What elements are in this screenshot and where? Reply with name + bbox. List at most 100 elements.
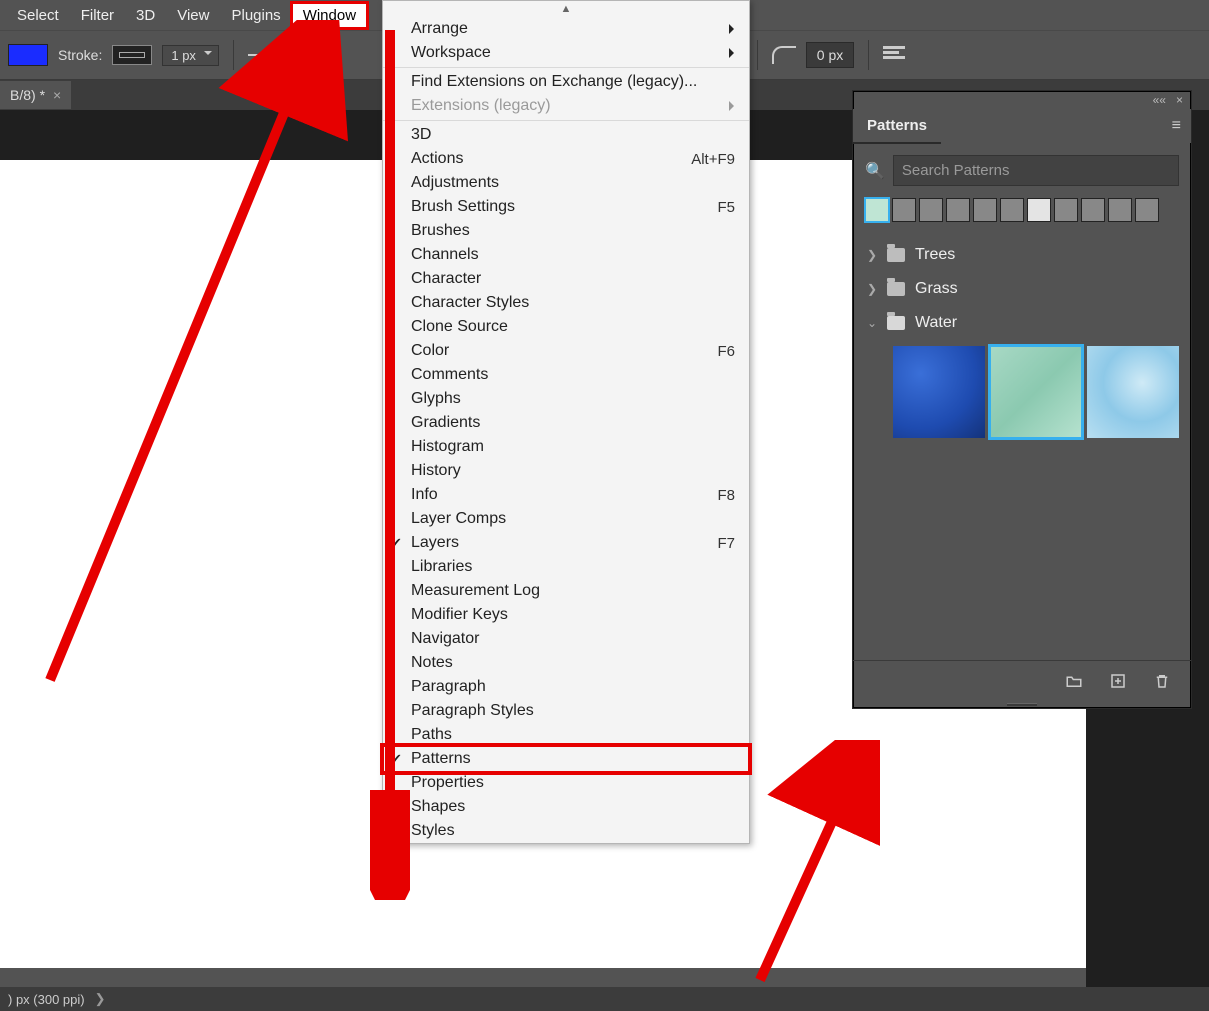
corner-radius-input[interactable]: 0 px (806, 42, 854, 68)
pattern-thumb[interactable] (1027, 198, 1051, 222)
menu-plugins[interactable]: Plugins (220, 3, 291, 28)
shortcut-label: F7 (717, 535, 735, 552)
menu-item-label: Layer Comps (411, 510, 506, 528)
pattern-thumb[interactable] (892, 198, 916, 222)
menu-item-label: Glyphs (411, 390, 461, 408)
stroke-width-dropdown[interactable]: 1 px (162, 45, 219, 66)
pattern-thumb[interactable] (1000, 198, 1024, 222)
menu-item-adjustments[interactable]: Adjustments (383, 171, 749, 195)
pattern-thumb[interactable] (1081, 198, 1105, 222)
menu-item-styles[interactable]: Styles (383, 819, 749, 843)
menu-item-label: Paragraph (411, 678, 486, 696)
pattern-thumb[interactable] (865, 198, 889, 222)
menu-item-comments[interactable]: Comments (383, 363, 749, 387)
menu-item-paths[interactable]: Paths (383, 723, 749, 747)
collapse-icon[interactable]: «« (1153, 93, 1166, 107)
menu-item-gradients[interactable]: Gradients (383, 411, 749, 435)
corner-radius-icon (772, 46, 796, 64)
menu-item-layers[interactable]: Layers F7 (383, 531, 749, 555)
pattern-thumb[interactable] (919, 198, 943, 222)
menu-item-character-styles[interactable]: Character Styles (383, 291, 749, 315)
menu-item-label: Actions (411, 150, 463, 168)
menu-item-properties[interactable]: Properties (383, 771, 749, 795)
window-menu-dropdown: ▲ Arrange Workspace Find Extensions on Exc… (382, 0, 750, 844)
pattern-thumb[interactable] (893, 346, 985, 438)
menu-item-color[interactable]: ColorF6 (383, 339, 749, 363)
menu-item-libraries[interactable]: Libraries (383, 555, 749, 579)
pattern-thumb[interactable] (973, 198, 997, 222)
menu-item-histogram[interactable]: Histogram (383, 435, 749, 459)
menu-item-label: Measurement Log (411, 582, 540, 600)
stroke-style-dropdown[interactable] (248, 54, 294, 56)
folder-new-icon[interactable] (1065, 672, 1083, 690)
pattern-thumb[interactable] (1135, 198, 1159, 222)
menu-item-label: 3D (411, 126, 431, 144)
trash-icon[interactable] (1153, 672, 1171, 690)
stroke-swatch[interactable] (112, 45, 152, 65)
menu-item-notes[interactable]: Notes (383, 651, 749, 675)
menu-item-glyphs[interactable]: Glyphs (383, 387, 749, 411)
menu-item-layer-comps[interactable]: Layer Comps (383, 507, 749, 531)
menu-item-shapes[interactable]: Shapes (383, 795, 749, 819)
folder-grass[interactable]: ❯ Grass (865, 272, 1179, 306)
pattern-thumb[interactable] (946, 198, 970, 222)
shortcut-label: Alt+F9 (691, 151, 735, 168)
chevron-right-icon: ❯ (867, 282, 877, 296)
shortcut-label: F6 (717, 343, 735, 360)
menu-item-label: Modifier Keys (411, 606, 508, 624)
submenu-arrow-icon (729, 101, 739, 111)
patterns-panel: «« × Patterns ≡ 🔍 ❯ Trees (852, 90, 1192, 709)
menu-item-modifier-keys[interactable]: Modifier Keys (383, 603, 749, 627)
menu-item-label: Comments (411, 366, 488, 384)
fill-swatch[interactable] (8, 44, 48, 66)
close-icon[interactable]: × (1176, 93, 1183, 107)
chevron-right-icon[interactable]: ❯ (95, 991, 106, 1007)
document-tab[interactable]: B/8) * × (0, 81, 71, 109)
new-pattern-icon[interactable] (1109, 672, 1127, 690)
search-icon: 🔍 (865, 161, 885, 181)
menu-item-brush-settings[interactable]: Brush SettingsF5 (383, 195, 749, 219)
menu-item-label: Libraries (411, 558, 472, 576)
menu-filter[interactable]: Filter (70, 3, 125, 28)
menu-item-brushes[interactable]: Brushes (383, 219, 749, 243)
menu-item-label: Workspace (411, 44, 491, 62)
menu-item-label: Info (411, 486, 438, 504)
close-icon[interactable]: × (53, 87, 61, 103)
pattern-thumb[interactable] (1108, 198, 1132, 222)
menu-item-label: Patterns (411, 750, 471, 768)
folder-water[interactable]: ⌄ Water (865, 306, 1179, 340)
menu-view[interactable]: View (166, 3, 220, 28)
menu-item-find-extensions-on-exchange-legacy[interactable]: Find Extensions on Exchange (legacy)... (383, 70, 749, 94)
menu-item-3d[interactable]: 3D (383, 123, 749, 147)
menu-item-clone-source[interactable]: Clone Source (383, 315, 749, 339)
menu-item-channels[interactable]: Channels (383, 243, 749, 267)
menu-item-patterns[interactable]: Patterns (383, 747, 749, 771)
panel-menu-icon[interactable]: ≡ (1172, 117, 1181, 135)
menu-item-workspace[interactable]: Workspace (383, 41, 749, 65)
pattern-thumb-selected[interactable] (990, 346, 1082, 438)
menu-window[interactable]: Window (292, 3, 367, 28)
menu-item-info[interactable]: InfoF8 (383, 483, 749, 507)
menu-item-label: Layers (411, 534, 459, 552)
align-icon[interactable] (883, 46, 905, 64)
chevron-down-icon: ⌄ (867, 316, 877, 330)
menu-item-paragraph[interactable]: Paragraph (383, 675, 749, 699)
scroll-up-icon[interactable]: ▲ (383, 1, 749, 17)
menu-item-measurement-log[interactable]: Measurement Log (383, 579, 749, 603)
menu-item-navigator[interactable]: Navigator (383, 627, 749, 651)
menu-item-arrange[interactable]: Arrange (383, 17, 749, 41)
menu-item-character[interactable]: Character (383, 267, 749, 291)
menu-item-actions[interactable]: Actions Alt+F9 (383, 147, 749, 171)
pattern-thumb[interactable] (1087, 346, 1179, 438)
patterns-tab[interactable]: Patterns (853, 109, 941, 144)
resize-grip[interactable] (853, 700, 1191, 708)
menu-item-label: Find Extensions on Exchange (legacy)... (411, 73, 697, 91)
pattern-thumb[interactable] (1054, 198, 1078, 222)
folder-trees[interactable]: ❯ Trees (865, 238, 1179, 272)
menu-item-paragraph-styles[interactable]: Paragraph Styles (383, 699, 749, 723)
search-input[interactable] (893, 155, 1179, 186)
menu-3d[interactable]: 3D (125, 3, 166, 28)
menu-item-label: History (411, 462, 461, 480)
menu-select[interactable]: Select (6, 3, 70, 28)
menu-item-history[interactable]: History (383, 459, 749, 483)
